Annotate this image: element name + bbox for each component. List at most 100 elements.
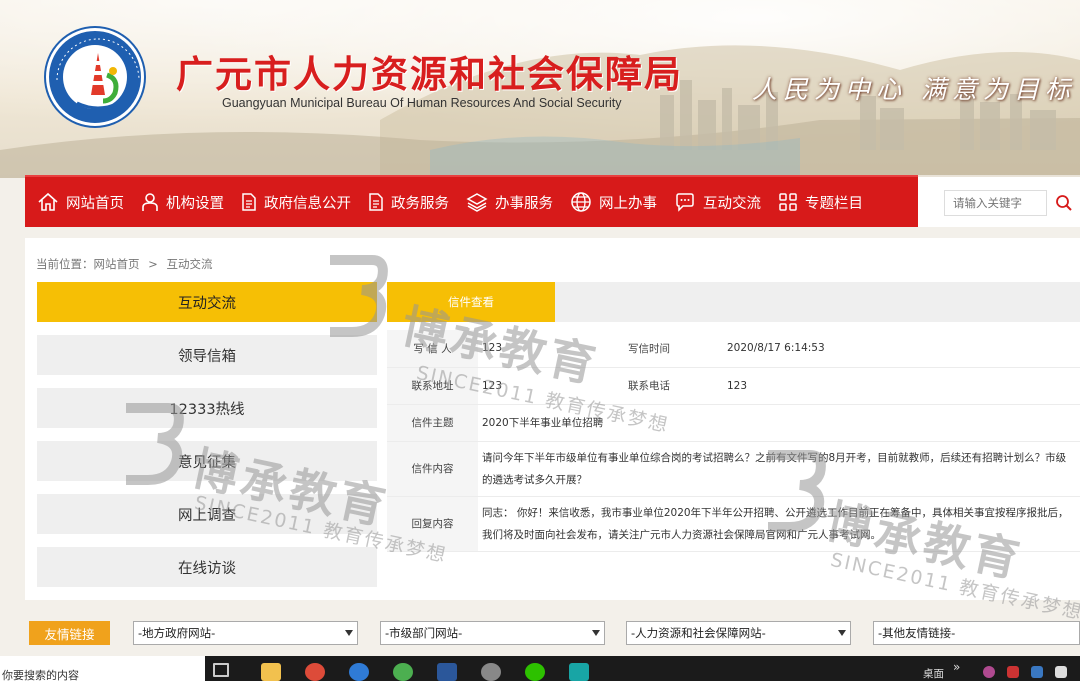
settings-gear-icon[interactable] (481, 663, 501, 681)
time-label: 写信时间 (618, 330, 723, 368)
site-subtitle: Guangyuan Municipal Bureau Of Human Reso… (222, 96, 622, 110)
edge-icon[interactable] (349, 663, 369, 681)
select-hr-sites[interactable]: -人力资源和社会保障网站- (626, 621, 851, 645)
bureau-logo[interactable] (46, 28, 144, 126)
subject-label: 信件主题 (387, 404, 478, 442)
sidebar: 互动交流 领导信箱 12333热线 意见征集 网上调查 在线访谈 (37, 282, 377, 600)
chat-icon (676, 193, 694, 212)
taskbar-search-hint[interactable]: 你要搜索的内容 (0, 656, 205, 681)
nav-item-gov-services[interactable]: 政务服务 (366, 177, 457, 227)
nav-item-label: 专题栏目 (805, 195, 863, 212)
nav-item-organization[interactable]: 机构设置 (139, 177, 232, 227)
phone-value: 123 (723, 367, 1080, 405)
nav-item-info-disclosure[interactable]: 政府信息公开 (239, 177, 359, 227)
select-other-links[interactable]: -其他友情链接- (873, 621, 1080, 645)
sidebar-item-label: 在线访谈 (178, 560, 236, 577)
dropdown-arrow-icon (592, 630, 600, 636)
chrome-icon[interactable] (305, 663, 325, 681)
sidebar-item-label: 互动交流 (178, 295, 236, 312)
person-icon (142, 193, 158, 211)
task-view-icon[interactable] (213, 663, 229, 677)
search-input[interactable] (944, 190, 1047, 216)
layers-icon (466, 193, 488, 212)
select-value: -其他友情链接- (878, 626, 956, 640)
tray-network-icon[interactable] (1055, 666, 1067, 678)
content-card: 当前位置：网站首页 > 互动交流 互动交流 领导信箱 12333热线 意见征集 … (25, 238, 1080, 600)
site-title: 广元市人力资源和社会保障局 (176, 52, 683, 96)
tab-letter-view[interactable]: 信件查看 (387, 282, 555, 322)
document-icon (369, 193, 383, 211)
content-line: 请问今年下半年市级单位有事业单位综合岗的考试招聘么？之前有文件写的8月开考，目前… (482, 451, 1067, 464)
browser-360-icon[interactable] (393, 663, 413, 681)
address-label: 联系地址 (387, 367, 478, 405)
sidebar-item-opinion-collection[interactable]: 意见征集 (37, 441, 377, 481)
slogan: 人民为中心 满意为目标 (752, 75, 1076, 104)
nav-item-label: 机构设置 (166, 195, 224, 212)
tab-bar: 信件查看 (387, 282, 1080, 322)
dropdown-arrow-icon (345, 630, 353, 636)
logo-emblem-icon (56, 38, 140, 110)
select-value: -市级部门网站- (385, 626, 463, 640)
select-local-gov-sites[interactable]: -地方政府网站- (133, 621, 358, 645)
tray-app-icon[interactable] (983, 666, 995, 678)
nav-item-special-topics[interactable]: 专题栏目 (776, 177, 871, 227)
search-button[interactable] (1049, 190, 1079, 216)
breadcrumb-prefix: 当前位置： (36, 257, 94, 271)
tab-label: 信件查看 (448, 295, 494, 309)
document-icon (242, 193, 256, 211)
nav-item-label: 互动交流 (703, 195, 761, 212)
table-row: 写 信 人 123 写信时间 2020/8/17 6:14:53 (387, 330, 1080, 368)
windows-taskbar: 桌面 » (205, 656, 1080, 681)
desktop-label[interactable]: 桌面 (923, 666, 944, 681)
reply-line: 同志： 你好！来信收悉，我市事业单位2020年下半年公开招聘、公开遴选工作目前正… (482, 506, 1069, 519)
main-nav: 网站首页 机构设置 政府信息公开 政务服务 办事服务 网上办事 互动交流 专题栏… (25, 175, 918, 227)
reply-value: 同志： 你好！来信收悉，我市事业单位2020年下半年公开招聘、公开遴选工作目前正… (478, 496, 1080, 552)
select-city-dept-sites[interactable]: -市级部门网站- (380, 621, 605, 645)
sidebar-item-label: 网上调查 (178, 507, 236, 524)
chevron-right-icon[interactable]: » (953, 660, 960, 674)
sidebar-item-label: 意见征集 (178, 454, 236, 471)
writer-value: 123 (478, 330, 618, 368)
breadcrumb: 当前位置：网站首页 > 互动交流 (36, 256, 217, 272)
globe-icon (571, 192, 591, 212)
search-area (918, 175, 1080, 227)
home-icon (38, 192, 58, 211)
bottom-strip: 你要搜索的内容 桌面 » (0, 656, 1080, 681)
friendly-links-bar: 友情链接 -地方政府网站- -市级部门网站- -人力资源和社会保障网站- -其他… (0, 612, 1080, 656)
table-row: 联系地址 123 联系电话 123 (387, 367, 1080, 405)
content-line: 的遴选考试多久开展？ (482, 473, 587, 486)
header-banner: 广元市人力资源和社会保障局 Guangyuan Municipal Bureau… (0, 0, 1080, 178)
content-value: 请问今年下半年市级单位有事业单位综合岗的考试招聘么？之前有文件写的8月开考，目前… (478, 441, 1080, 497)
reply-line: 我们将及时面向社会发布，请关注广元市人力资源社会保障局官网和广元人事考试网。 (482, 528, 881, 541)
letter-detail-table: 写 信 人 123 写信时间 2020/8/17 6:14:53 联系地址 12… (387, 330, 1080, 552)
nav-item-handling-services[interactable]: 办事服务 (464, 177, 561, 227)
sidebar-item-hotline[interactable]: 12333热线 (37, 388, 377, 428)
sidebar-item-label: 12333热线 (169, 401, 245, 418)
subject-value: 2020下半年事业单位招聘 (478, 404, 1080, 442)
wechat-icon[interactable] (525, 663, 545, 681)
friendly-links-label: 友情链接 (29, 621, 110, 645)
nav-item-label: 网站首页 (66, 195, 124, 212)
tray-security-icon[interactable] (1007, 666, 1019, 678)
table-row: 回复内容 同志： 你好！来信收悉，我市事业单位2020年下半年公开招聘、公开遴选… (387, 496, 1080, 552)
writer-label: 写 信 人 (387, 330, 478, 368)
dropdown-arrow-icon (838, 630, 846, 636)
letter-panel: 信件查看 写 信 人 123 写信时间 2020/8/17 6:14:53 联系… (387, 282, 1080, 552)
file-explorer-icon[interactable] (261, 663, 281, 681)
sidebar-item-online-interview[interactable]: 在线访谈 (37, 547, 377, 587)
breadcrumb-home-link[interactable]: 网站首页 (94, 257, 140, 271)
grid-icon (779, 193, 797, 211)
word-icon[interactable] (437, 663, 457, 681)
nav-item-online-affairs[interactable]: 网上办事 (568, 177, 665, 227)
tray-shield-icon[interactable] (1031, 666, 1043, 678)
breadcrumb-current[interactable]: 互动交流 (166, 257, 212, 271)
search-icon (1056, 195, 1072, 211)
nav-item-home[interactable]: 网站首页 (35, 177, 132, 227)
sidebar-item-online-survey[interactable]: 网上调查 (37, 494, 377, 534)
app-icon[interactable] (569, 663, 589, 681)
sidebar-item-interaction[interactable]: 互动交流 (37, 282, 377, 322)
address-value: 123 (478, 367, 618, 405)
nav-item-label: 办事服务 (495, 195, 553, 212)
sidebar-item-leader-mailbox[interactable]: 领导信箱 (37, 335, 377, 375)
nav-item-interaction[interactable]: 互动交流 (672, 177, 769, 227)
